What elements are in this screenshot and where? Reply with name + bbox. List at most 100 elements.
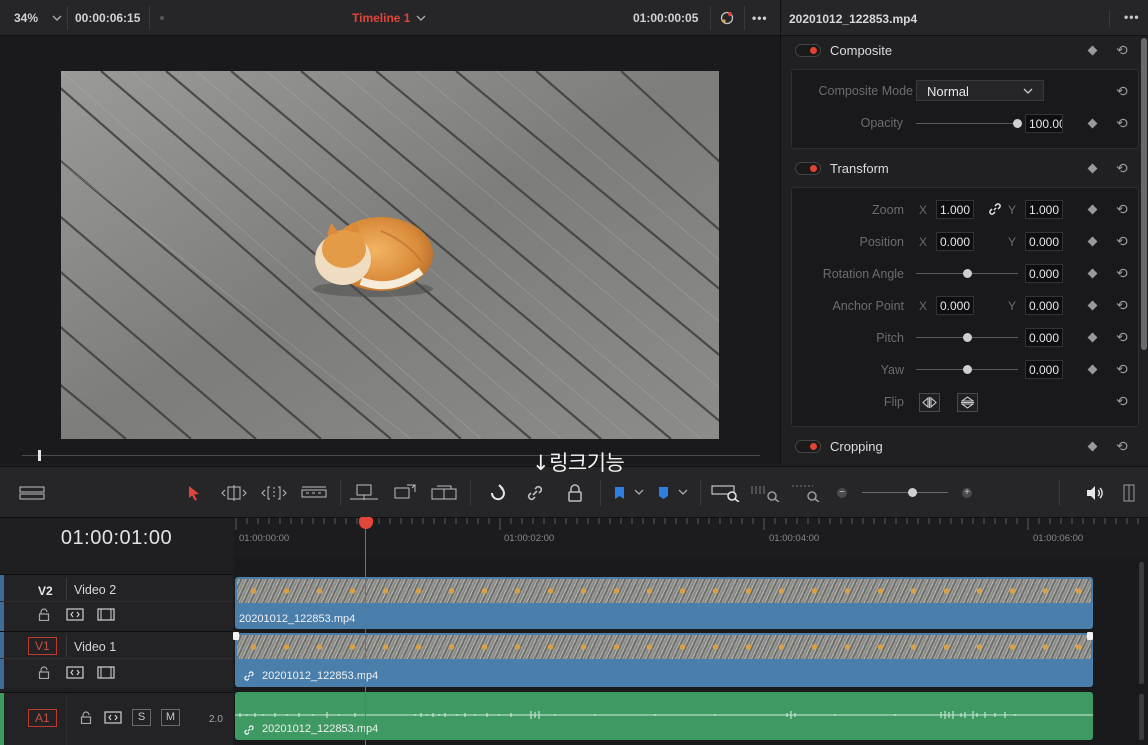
video-frame[interactable] [61,71,719,439]
zoom-detail-button[interactable] [750,482,782,504]
timeline-dropdown[interactable]: Timeline 1 [352,0,426,36]
solo-button[interactable]: S [132,709,151,726]
position-lock-button[interactable] [564,482,586,504]
opacity-slider-handle[interactable] [1013,119,1022,128]
reset-icon[interactable]: ⟲ [1116,330,1128,344]
zoom-slider-handle[interactable] [908,488,917,497]
timeline-view-options-button[interactable] [18,482,46,504]
anchor-x-input[interactable]: 0.000 [936,296,974,315]
position-x-input[interactable]: 0.000 [936,232,974,251]
position-y-input[interactable]: 0.000 [1025,232,1063,251]
cropping-section-header[interactable]: Cropping ⟲ [781,432,1139,462]
more-options-icon[interactable]: ••• [752,0,768,36]
keyframe-icon[interactable] [1087,204,1098,215]
blade-tool-button[interactable] [300,482,328,504]
reset-icon[interactable]: ⟲ [1116,298,1128,312]
zoom-custom-button[interactable] [790,482,822,504]
keyframe-icon[interactable] [1087,364,1098,375]
keyframe-icon[interactable] [1087,163,1098,174]
track-id[interactable]: V1 [28,637,57,655]
track-header-a1[interactable]: A1 S M 2.0 [0,692,233,745]
composite-section-header[interactable]: Composite ⟲ [781,36,1139,66]
reset-icon[interactable]: ⟲ [1116,439,1128,453]
zoom-x-input[interactable]: 1.000 [936,200,974,219]
auto-select-icon[interactable] [104,711,122,724]
lock-icon[interactable] [38,608,50,621]
opacity-input[interactable]: 100.00 [1025,114,1063,133]
reset-icon[interactable]: ⟲ [1116,394,1128,408]
opacity-slider[interactable] [916,123,1018,124]
trim-tool-button[interactable] [218,482,250,504]
flip-vertical-button[interactable] [957,393,978,412]
track-header-v1[interactable]: V1 Video 1 [0,631,233,689]
flip-horizontal-button[interactable] [919,393,940,412]
keyframe-icon[interactable] [1087,268,1098,279]
overwrite-clip-button[interactable] [388,482,420,504]
rotation-input[interactable]: 0.000 [1025,264,1063,283]
reset-icon[interactable]: ⟲ [1116,202,1128,216]
replace-clip-button[interactable] [428,482,460,504]
zoom-full-button[interactable] [710,482,742,504]
keyframe-icon[interactable] [1087,45,1098,56]
flag-dropdown[interactable] [612,482,646,504]
yaw-slider-handle[interactable] [963,365,972,374]
snapping-button[interactable] [486,482,508,504]
yaw-input[interactable]: 0.000 [1025,360,1063,379]
transform-section-header[interactable]: Transform ⟲ [781,154,1139,184]
auto-select-icon[interactable] [66,666,84,679]
selection-tool-button[interactable] [184,482,204,504]
reset-icon[interactable]: ⟲ [1116,266,1128,280]
link-icon[interactable] [988,202,1002,216]
composite-mode-select[interactable]: Normal [916,80,1044,101]
auto-select-icon[interactable] [66,608,84,621]
reset-icon[interactable]: ⟲ [1116,161,1128,175]
keyframe-icon[interactable] [1087,300,1098,311]
reset-icon[interactable]: ⟲ [1116,234,1128,248]
playhead-line[interactable] [365,524,366,745]
keyframe-icon[interactable] [1087,236,1098,247]
viewer-scrubber[interactable] [22,455,760,456]
clip-trim-handle[interactable] [233,632,239,640]
scrubber-handle[interactable] [38,450,41,461]
zoom-dropdown[interactable]: 34% [14,0,62,36]
pitch-input[interactable]: 0.000 [1025,328,1063,347]
rotation-slider-handle[interactable] [963,269,972,278]
zoom-in-button[interactable]: + [959,482,975,504]
video-clip-v2[interactable]: 20201012_122853.mp4 [235,577,1093,629]
lock-icon[interactable] [38,666,50,679]
disable-track-icon[interactable] [97,608,115,621]
clip-trim-handle[interactable] [1087,632,1093,640]
zoom-slider[interactable] [862,492,948,493]
zoom-out-button[interactable]: − [834,482,850,504]
reset-icon[interactable]: ⟲ [1116,116,1128,130]
mute-button[interactable]: M [161,709,180,726]
anchor-y-input[interactable]: 0.000 [1025,296,1063,315]
timeline-video-scrollbar[interactable] [1139,562,1144,684]
keyframe-icon[interactable] [1087,118,1098,129]
insert-clip-button[interactable] [348,482,380,504]
keyframe-icon[interactable] [1087,332,1098,343]
reset-icon[interactable]: ⟲ [1116,84,1128,98]
composite-toggle[interactable] [795,44,821,57]
linked-selection-button[interactable] [524,482,546,504]
cropping-toggle[interactable] [795,440,821,453]
keyframe-icon[interactable] [1087,441,1098,452]
zoom-y-input[interactable]: 1.000 [1025,200,1063,219]
reset-icon[interactable]: ⟲ [1116,362,1128,376]
dynamic-trim-button[interactable] [258,482,290,504]
inspector-scrollbar[interactable] [1141,38,1147,350]
reset-icon[interactable]: ⟲ [1116,43,1128,57]
track-id[interactable]: A1 [28,709,57,727]
audio-meter-button[interactable] [1122,482,1136,504]
timeline-audio-scrollbar[interactable] [1139,694,1144,740]
effects-icon[interactable] [719,0,735,36]
transform-toggle[interactable] [795,162,821,175]
audio-clip-a1[interactable]: 20201012_122853.mp4 [235,692,1093,740]
audio-volume-button[interactable] [1084,482,1106,504]
marker-dropdown[interactable] [656,482,690,504]
pitch-slider-handle[interactable] [963,333,972,342]
video-clip-v1[interactable]: 20201012_122853.mp4 [235,633,1093,687]
more-options-icon[interactable]: ••• [1124,10,1140,24]
lock-icon[interactable] [80,711,92,724]
track-header-v2[interactable]: V2 Video 2 [0,574,233,632]
